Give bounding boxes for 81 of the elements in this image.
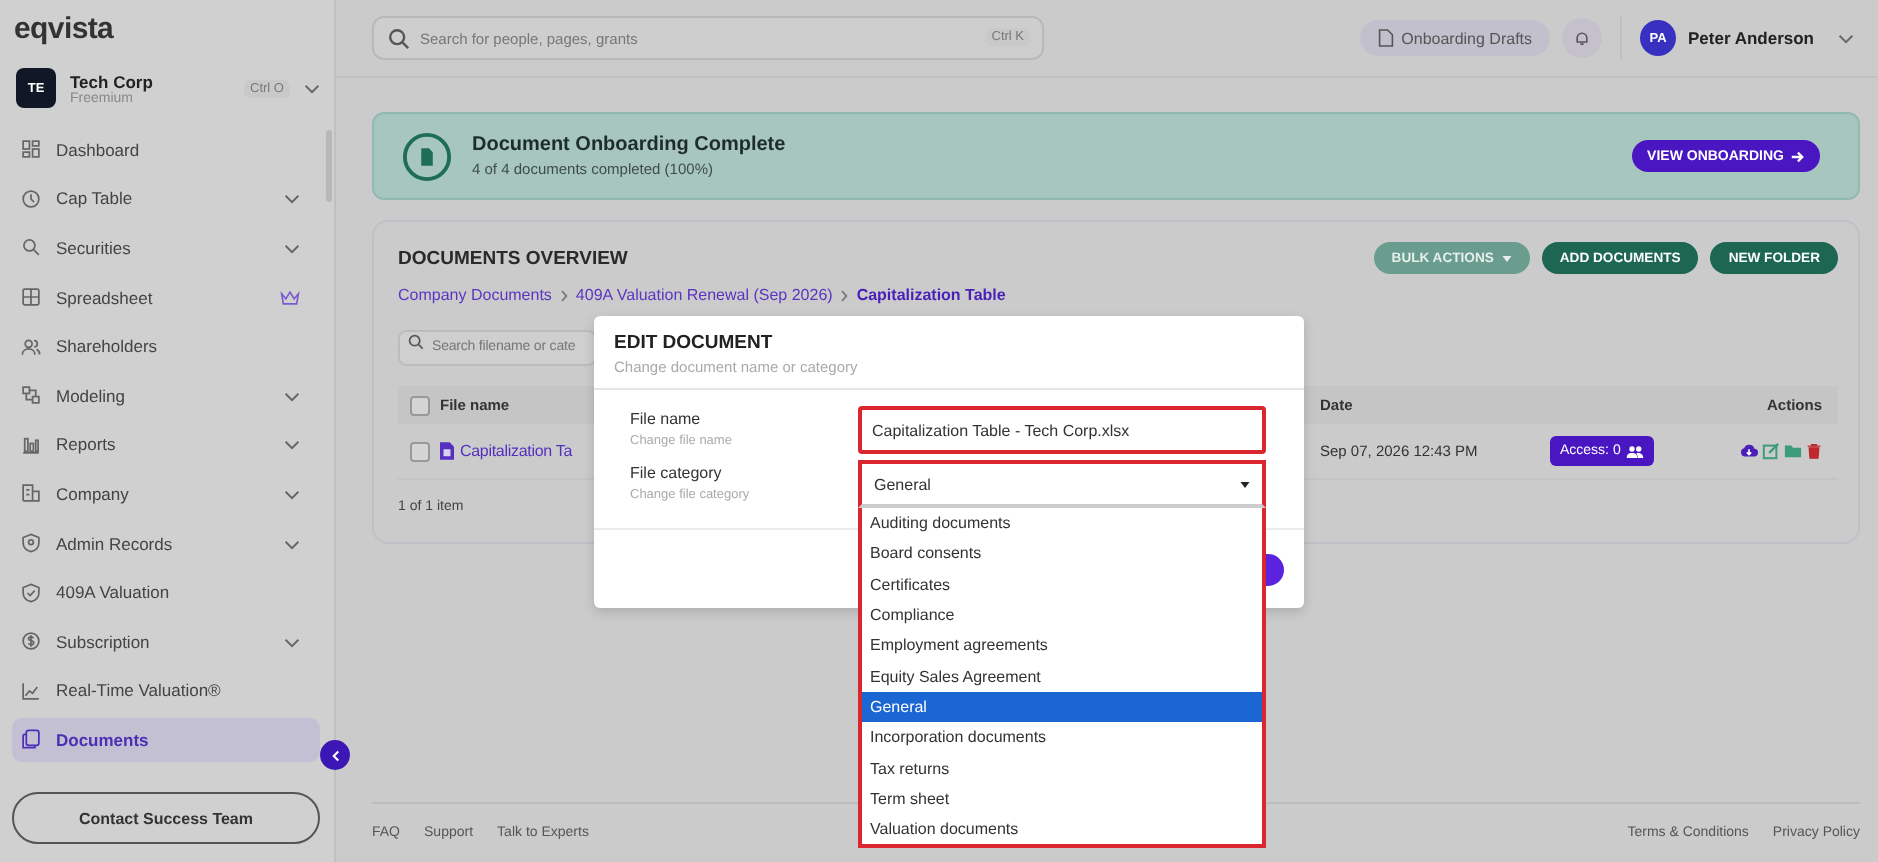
sidebar-item[interactable]: Documents <box>12 718 320 762</box>
line-chart-icon <box>20 679 42 702</box>
clock-icon <box>20 187 42 210</box>
sidebar-item[interactable]: Dashboard <box>12 128 320 172</box>
grid-icon <box>20 138 42 161</box>
trash-icon[interactable] <box>1806 442 1822 460</box>
shield-icon <box>20 532 42 555</box>
caret-icon <box>1240 481 1250 487</box>
chevron-icon <box>1838 33 1854 43</box>
notifications-button[interactable] <box>1562 18 1603 58</box>
nodes-icon <box>20 384 42 407</box>
file-icon <box>440 442 454 460</box>
drafts-button[interactable]: Onboarding Drafts <box>1359 20 1551 56</box>
arrow-icon <box>1790 149 1804 163</box>
breadcrumb-link[interactable]: 409A Valuation Renewal (Sep 2026) <box>575 286 833 304</box>
dropdown-option[interactable]: Incorporation documents <box>862 722 1262 753</box>
checkbox[interactable] <box>410 395 430 415</box>
logo: eqvista <box>12 12 114 46</box>
checkbox[interactable] <box>410 441 430 461</box>
sidebar-item[interactable]: Securities <box>12 226 320 270</box>
dialog-title: EDIT DOCUMENT <box>614 332 775 354</box>
dollar-icon <box>20 630 42 653</box>
document-icon <box>1377 28 1394 48</box>
chevron-icon <box>304 83 320 93</box>
dropdown-option[interactable]: Board consents <box>862 538 1262 570</box>
dropdown-option[interactable]: General <box>862 691 1262 723</box>
field-label: File category <box>630 464 724 482</box>
search-icon <box>408 334 424 350</box>
chevron-right-icon <box>559 289 568 301</box>
caret-icon <box>1501 255 1512 261</box>
sidebar-item[interactable]: Shareholders <box>12 324 320 368</box>
chevron-icon <box>284 391 300 402</box>
dropdown-option[interactable]: Valuation documents <box>862 813 1262 845</box>
sidebar-item[interactable]: Admin Records <box>12 521 320 565</box>
sidebar-item[interactable]: Reports <box>12 423 320 467</box>
document-check-icon <box>402 131 452 181</box>
collapse-button[interactable] <box>320 740 350 770</box>
bar-chart-icon <box>20 433 42 456</box>
chevron-left-icon <box>329 749 341 761</box>
dropdown-option[interactable]: Auditing documents <box>862 508 1262 539</box>
breadcrumb-link[interactable]: Company Documents <box>398 286 552 304</box>
dropdown-option[interactable]: Tax returns <box>862 752 1262 784</box>
chevron-icon <box>284 637 300 648</box>
folder-icon[interactable] <box>1784 442 1802 460</box>
dropdown-option[interactable]: Compliance <box>862 599 1262 631</box>
company-name: Tech Corp <box>70 71 153 91</box>
sidebar-item[interactable]: Company <box>12 472 320 516</box>
shield-check-icon <box>20 581 42 604</box>
chevron-icon <box>284 539 300 550</box>
table-icon <box>20 286 42 309</box>
dropdown-option[interactable]: Certificates <box>862 569 1262 600</box>
chevron-right-icon <box>840 289 849 301</box>
search-icon <box>388 27 410 49</box>
dropdown-option[interactable]: Employment agreements <box>862 630 1262 661</box>
cloud-download-icon[interactable] <box>1740 442 1758 460</box>
chevron-icon <box>284 194 300 205</box>
people-icon <box>20 335 42 358</box>
magnifier-icon <box>20 236 42 259</box>
banner-title: Document Onboarding Complete <box>472 134 788 156</box>
contact-button[interactable]: Contact Success Team <box>12 792 320 844</box>
building-icon <box>20 482 42 505</box>
file-link[interactable]: Capitalization Ta <box>460 442 573 460</box>
sidebar-item[interactable]: Modeling <box>12 373 320 418</box>
sidebar-item[interactable]: Subscription <box>12 619 320 664</box>
sidebar-item[interactable]: Spreadsheet <box>12 275 320 319</box>
dropdown-option[interactable]: Equity Sales Agreement <box>862 660 1262 692</box>
chevron-icon <box>284 243 300 254</box>
chevron-icon <box>284 489 300 500</box>
dropdown-option[interactable]: Term sheet <box>862 783 1262 814</box>
field-label: File name <box>630 410 703 428</box>
sidebar-item[interactable]: Real-Time Valuation® <box>12 669 320 713</box>
breadcrumb-link[interactable]: Capitalization Table <box>856 286 1006 304</box>
category-select[interactable]: General <box>858 460 1266 508</box>
documents-icon <box>20 728 42 751</box>
bell-icon <box>1574 30 1591 46</box>
people-icon <box>1626 445 1645 457</box>
file-name-input[interactable]: Capitalization Table - Tech Corp.xlsx <box>858 406 1266 454</box>
section-title: DOCUMENTS OVERVIEW <box>398 247 628 269</box>
chevron-icon <box>284 440 300 451</box>
sidebar-item[interactable]: 409A Valuation <box>12 570 320 614</box>
sidebar-item[interactable]: Cap Table <box>12 177 320 221</box>
